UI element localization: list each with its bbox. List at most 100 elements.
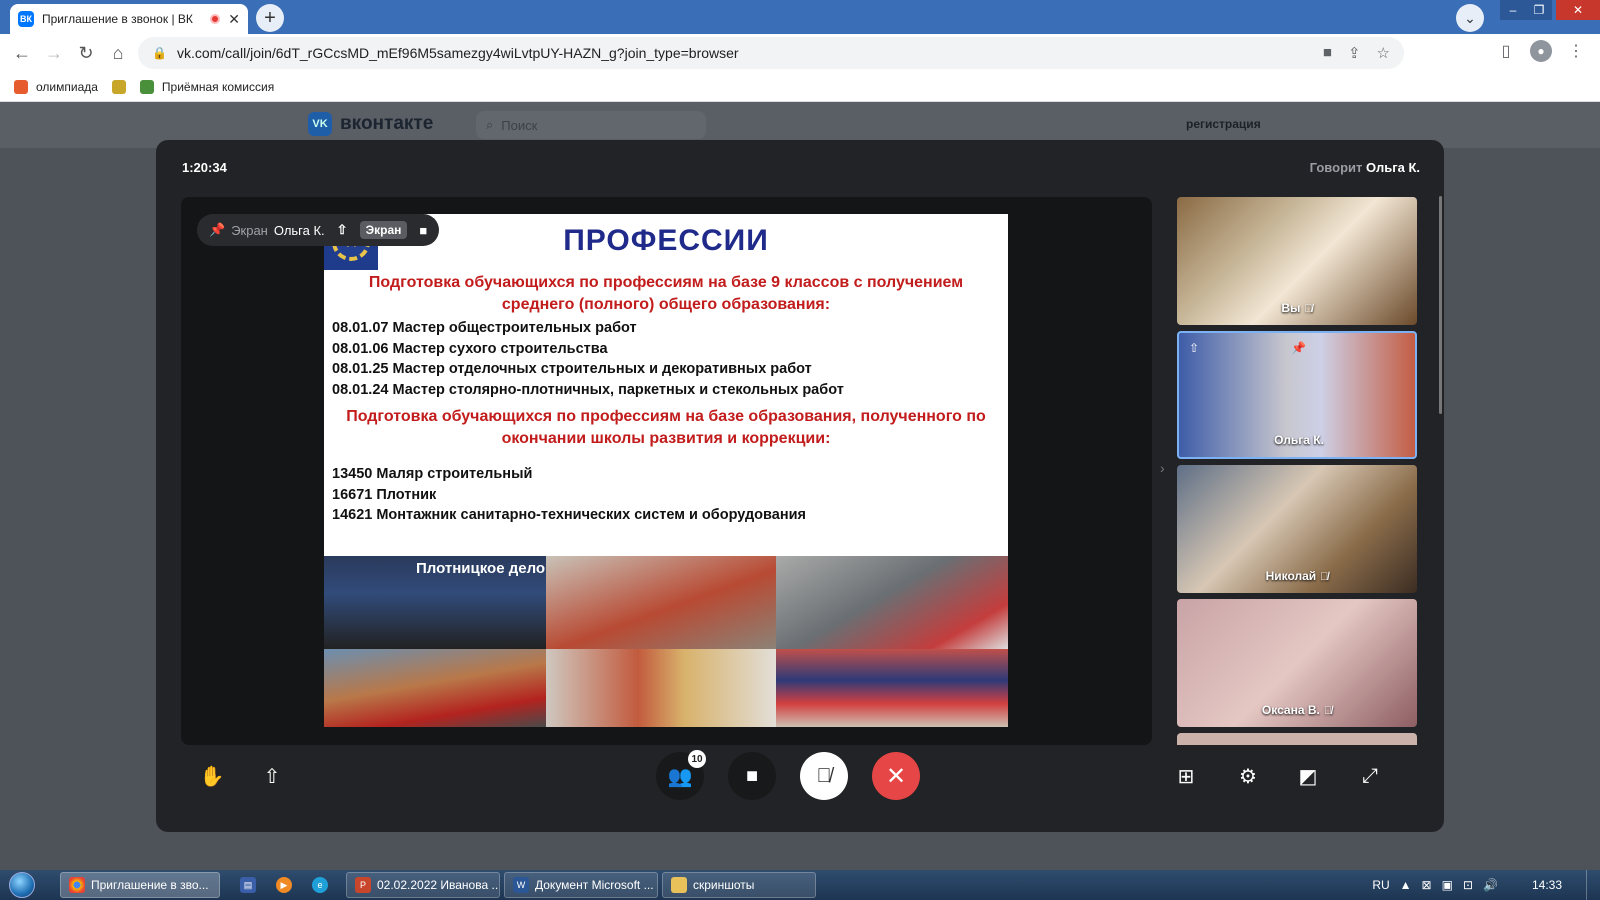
bookmark-item-olympiad[interactable]: олимпиада [14, 79, 98, 94]
mic-off-icon: 🎙̸ [1323, 705, 1333, 717]
photo-caption: Плотницкое дело [416, 560, 546, 577]
app-icon[interactable]: ▤ [240, 877, 256, 893]
window-minimize-button[interactable]: – [1500, 0, 1526, 20]
forward-arrow-icon[interactable]: → [38, 37, 70, 69]
screen-share-stage[interactable]: ПРОФЕССИИ ⚒ Подготовка обучающихся по пр… [181, 197, 1152, 745]
show-desktop-button[interactable] [1586, 870, 1600, 900]
camera-in-use-icon[interactable]: ■ [1323, 44, 1332, 62]
recording-indicator-icon [210, 14, 221, 24]
back-arrow-icon[interactable]: ← [6, 37, 38, 69]
taskbar-item-word[interactable]: W Документ Microsoft ... [504, 872, 658, 898]
reload-icon[interactable]: ↻ [70, 37, 102, 69]
pin-icon[interactable]: 📌 [1291, 341, 1306, 355]
taskbar-item-powerpoint[interactable]: P 02.02.2022 Иванова ... [346, 872, 500, 898]
slide-subtitle-2: Подготовка обучающихся по профессиям на … [346, 408, 986, 447]
bookmarks-bar: олимпиада Приёмная комиссия [0, 72, 1600, 102]
camera-toggle-button[interactable]: ■ [728, 752, 776, 800]
settings-button[interactable]: ⚙ [1224, 752, 1272, 800]
tray-expand-icon[interactable]: ▲ [1400, 878, 1412, 892]
address-bar[interactable]: 🔒 vk.com/call/join/6dT_rGCcsMD_mEf96M5sa… [138, 37, 1404, 69]
grid-view-button[interactable]: ⊞ [1162, 752, 1210, 800]
photo-group-waving [776, 649, 1008, 727]
register-link[interactable]: регистрация [1186, 117, 1261, 131]
grid-icon: ⊞ [1177, 765, 1195, 788]
participant-tile-self[interactable]: Вы 🎙̸ [1177, 197, 1417, 325]
list-item: 08.01.06 Мастер сухого строительства [332, 340, 608, 357]
chrome-icon [69, 877, 85, 893]
list-item: 08.01.25 Мастер отделочных строительных … [332, 361, 812, 377]
new-tab-button[interactable]: + [256, 4, 284, 32]
taskbar-item-chrome[interactable]: Приглашение в зво... [60, 872, 220, 898]
slide-subtitle-1: Подготовка обучающихся по профессиям на … [368, 274, 964, 313]
gear-icon: ⚙ [1239, 765, 1257, 788]
participants-button[interactable]: 👥 10 [656, 750, 706, 800]
tab-close-icon[interactable]: ✕ [228, 11, 240, 28]
pin-icon: 📌 [209, 222, 226, 237]
volume-icon[interactable]: 🔊 [1483, 878, 1498, 892]
language-indicator[interactable]: RU [1372, 878, 1389, 892]
browser-tab-bar: ВК Приглашение в звонок | ВК ✕ + ⌄ – ❐ ✕ [0, 0, 1600, 34]
word-icon: W [513, 877, 529, 893]
slide-list-2: 13450 Маляр строительный 16671 Плотник 1… [332, 464, 806, 526]
microphone-toggle-button[interactable]: 🎙̸ [800, 752, 848, 800]
layout-button[interactable]: ◩ [1284, 752, 1332, 800]
system-tray: RU ▲ ⊠ ▣ ⊡ 🔊 14:33 [1372, 870, 1600, 900]
share-icon[interactable]: ⇪ [1348, 44, 1361, 62]
tray-app-icon[interactable]: ⊠ [1422, 878, 1432, 892]
window-restore-button[interactable]: ❐ [1526, 0, 1552, 20]
participant-tile-olga[interactable]: ⇧ 📌 Ольга К. [1177, 331, 1417, 459]
fullscreen-button[interactable]: ⤢ [1346, 752, 1394, 800]
bookmark-star-icon[interactable]: ☆ [1377, 44, 1390, 62]
network-icon[interactable]: ⊡ [1463, 878, 1473, 892]
photo-brick-arch [546, 649, 776, 727]
photo-carpentry-team: Плотницкое дело [324, 556, 546, 649]
media-player-icon[interactable]: ▶ [276, 877, 292, 893]
profile-avatar-icon[interactable]: ● [1530, 40, 1552, 62]
bookmark-item-admissions[interactable]: Приёмная комиссия [139, 79, 274, 94]
browser-menu-icon[interactable]: ⋮ [1562, 37, 1590, 65]
bookmark-item-crest[interactable] [111, 79, 126, 94]
video-camera-icon: ■ [745, 764, 759, 787]
participant-tile-partial[interactable] [1177, 733, 1417, 745]
bookmark-favicon-icon [14, 79, 28, 94]
browser-tab-active[interactable]: ВК Приглашение в звонок | ВК ✕ [10, 4, 248, 34]
share-screen-button[interactable]: ⇧ [248, 752, 296, 800]
participant-tile-oksana[interactable]: Оксана В. 🎙̸ [1177, 599, 1417, 727]
tab-title: Приглашение в звонок | ВК [42, 12, 193, 26]
presentation-slide: ПРОФЕССИИ ⚒ Подготовка обучающихся по пр… [324, 214, 1008, 727]
photo-woodwork [324, 649, 546, 727]
fullscreen-icon: ⤢ [1362, 764, 1378, 787]
list-item: 08.01.07 Мастер общестроительных работ [332, 320, 637, 336]
taskbar-item-folder[interactable]: скриншоты [662, 872, 816, 898]
edge-icon[interactable]: e [312, 877, 328, 893]
list-item: 13450 Маляр строительный [332, 466, 533, 482]
camera-icon: ■ [419, 222, 428, 238]
hand-icon: ✋ [199, 765, 225, 788]
chevron-right-icon[interactable]: › [1160, 460, 1165, 476]
side-panel-icon[interactable]: ▯ [1492, 37, 1520, 65]
list-item: 16671 Плотник [332, 486, 437, 503]
vk-logo[interactable]: VK вконтакте [308, 112, 433, 136]
end-call-button[interactable]: ✕ [872, 752, 920, 800]
pinned-screen-label[interactable]: 📌 Экран Ольга К. ⇧ Экран ■ [197, 214, 440, 246]
tab-search-chevron-icon[interactable]: ⌄ [1456, 4, 1484, 32]
window-close-button[interactable]: ✕ [1556, 0, 1600, 20]
participants-scrollbar[interactable] [1439, 196, 1442, 414]
clock[interactable]: 14:33 [1532, 878, 1562, 892]
powerpoint-icon: P [355, 877, 371, 893]
participants-count-badge: 10 [688, 750, 706, 768]
list-item: 08.01.24 Мастер столярно-плотничных, пар… [332, 381, 844, 398]
vk-search-input[interactable]: ⌕ Поиск [476, 111, 706, 139]
layout-icon: ◩ [1298, 765, 1318, 788]
participant-tile-nikolay[interactable]: Николай 🎙̸ [1177, 465, 1417, 593]
raise-hand-button[interactable]: ✋ [188, 752, 236, 800]
home-icon[interactable]: ⌂ [102, 37, 134, 69]
start-button[interactable] [0, 870, 44, 900]
share-screen-icon: ⇧ [263, 765, 281, 788]
slide-photo-grid: Плотницкое дело [324, 556, 1008, 727]
call-window: 1:20:34 Говорит Ольга К. ПРОФЕССИИ ⚒ Под… [156, 140, 1444, 832]
list-item: 14621 Монтажник санитарно-технических си… [332, 507, 806, 523]
windows-orb-icon [9, 872, 35, 898]
tray-app-icon[interactable]: ▣ [1442, 878, 1453, 892]
lock-icon: 🔒 [152, 46, 167, 60]
